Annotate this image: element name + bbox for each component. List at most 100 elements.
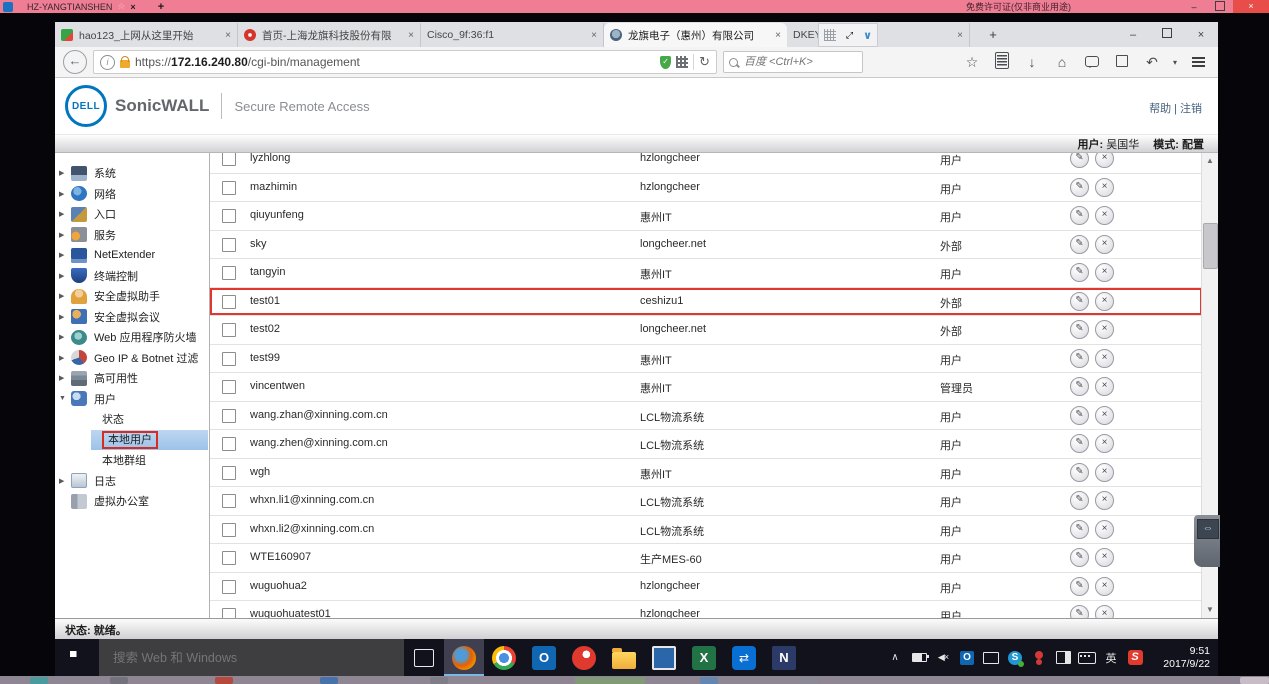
url-text[interactable]: https://172.16.240.80/cgi-bin/management: [135, 55, 655, 69]
delete-button[interactable]: ×: [1095, 263, 1114, 282]
outlook-tray-icon[interactable]: O: [956, 639, 978, 676]
delete-button[interactable]: ×: [1095, 178, 1114, 197]
row-checkbox[interactable]: [222, 466, 236, 480]
table-row[interactable]: whxn.li2@xinning.com.cn LCL物流系统 用户 ✎ ×: [210, 516, 1202, 545]
browser-tab[interactable]: hao123_上网从这里开始 ×: [55, 23, 238, 47]
undo-dropdown-caret[interactable]: ▾: [1170, 58, 1180, 67]
skype-tray-icon[interactable]: S: [1004, 639, 1026, 676]
table-row[interactable]: wuguohuatest01 hzlongcheer 用户 ✎ ×: [210, 601, 1202, 618]
browser-restore-button[interactable]: [1150, 28, 1184, 41]
sidebar-item-label[interactable]: NetExtender: [94, 249, 155, 261]
browser-search-box[interactable]: [723, 51, 863, 73]
sidebar-item-label[interactable]: Web 应用程序防火墙: [94, 329, 196, 345]
row-checkbox[interactable]: [222, 181, 236, 195]
edit-button[interactable]: ✎: [1070, 434, 1089, 453]
scrollbar-thumb[interactable]: [1203, 223, 1218, 269]
sidebar-item-status[interactable]: 状态: [55, 409, 209, 430]
edit-button[interactable]: ✎: [1070, 206, 1089, 225]
sogou-tray-icon[interactable]: S: [1124, 639, 1146, 676]
delete-button[interactable]: ×: [1095, 520, 1114, 539]
edit-button[interactable]: ✎: [1070, 263, 1089, 282]
row-checkbox[interactable]: [222, 238, 236, 252]
edit-button[interactable]: ✎: [1070, 349, 1089, 368]
table-row[interactable]: test02 longcheer.net 外部 ✎ ×: [210, 316, 1202, 345]
table-row[interactable]: WTE160907 生产MES-60 用户 ✎ ×: [210, 544, 1202, 573]
browser-close-button[interactable]: ×: [1184, 29, 1218, 41]
back-button[interactable]: ←: [63, 50, 87, 74]
delete-button[interactable]: ×: [1095, 491, 1114, 510]
taskbar-search-input[interactable]: [111, 650, 393, 666]
row-checkbox[interactable]: [222, 323, 236, 337]
page-info-icon[interactable]: i: [100, 55, 115, 70]
sidebar-item-users[interactable]: ▼ 用户: [55, 389, 209, 410]
expand-arrow-icon[interactable]: ▶: [59, 477, 69, 485]
edit-button[interactable]: ✎: [1070, 292, 1089, 311]
menu-button[interactable]: [1186, 54, 1210, 70]
ime-language-indicator[interactable]: 英: [1100, 639, 1122, 676]
keyboard-tray-icon[interactable]: [1076, 639, 1098, 676]
tab-close-icon[interactable]: ×: [225, 30, 231, 41]
close-window-button[interactable]: ×: [1233, 0, 1269, 13]
sidebar-item-label[interactable]: 终端控制: [94, 268, 138, 284]
display-tray-icon[interactable]: [980, 639, 1002, 676]
scroll-up-arrow-icon[interactable]: ▲: [1202, 153, 1218, 169]
sidebar-item-high-availability[interactable]: ▶ 高可用性: [55, 368, 209, 389]
delete-button[interactable]: ×: [1095, 577, 1114, 596]
table-row[interactable]: wuguohua2 hzlongcheer 用户 ✎ ×: [210, 573, 1202, 602]
screenshot-button[interactable]: [1110, 54, 1134, 70]
delete-button[interactable]: ×: [1095, 320, 1114, 339]
row-checkbox[interactable]: [222, 551, 236, 565]
tab-close-icon[interactable]: ×: [775, 30, 781, 41]
expand-arrow-icon[interactable]: ▶: [59, 231, 69, 239]
downloads-button[interactable]: ↓: [1020, 54, 1044, 70]
task-view-button[interactable]: [404, 639, 444, 676]
scroll-down-arrow-icon[interactable]: ▼: [1202, 602, 1218, 618]
expand-arrow-icon[interactable]: ▶: [59, 210, 69, 218]
delete-button[interactable]: ×: [1095, 377, 1114, 396]
table-row[interactable]: test99 惠州IT 用户 ✎ ×: [210, 345, 1202, 374]
row-checkbox[interactable]: [222, 580, 236, 594]
new-tab-button[interactable]: +: [980, 23, 1006, 47]
sidebar-item-geoip-botnet-filter[interactable]: ▶ Geo IP & Botnet 过滤: [55, 348, 209, 369]
start-button[interactable]: [55, 639, 99, 676]
edit-button[interactable]: ✎: [1070, 153, 1089, 168]
table-row[interactable]: whxn.li1@xinning.com.cn LCL物流系统 用户 ✎ ×: [210, 487, 1202, 516]
sidebar-item-label[interactable]: 网络: [94, 186, 116, 202]
sidebar-item-system[interactable]: ▶ 系统: [55, 163, 209, 184]
maximize-button[interactable]: [1207, 1, 1233, 13]
delete-button[interactable]: ×: [1095, 349, 1114, 368]
table-row[interactable]: qiuyunfeng 惠州IT 用户 ✎ ×: [210, 202, 1202, 231]
browser-tab[interactable]: Cisco_9f:36:f1 ×: [421, 23, 604, 47]
file-explorer-taskbar-icon[interactable]: [604, 639, 644, 676]
sidebar-item-portals[interactable]: ▶ 入口: [55, 204, 209, 225]
expand-arrow-icon[interactable]: ▶: [59, 169, 69, 177]
sidebar-item-netextender[interactable]: ▶ NetExtender: [55, 245, 209, 266]
delete-button[interactable]: ×: [1095, 406, 1114, 425]
edit-button[interactable]: ✎: [1070, 463, 1089, 482]
table-row[interactable]: wgh 惠州IT 用户 ✎ ×: [210, 459, 1202, 488]
sidebar-item-label[interactable]: 安全虚拟会议: [94, 309, 160, 325]
teamviewer-side-panel-grabber[interactable]: ⇔: [1194, 515, 1220, 567]
expand-arrow-icon[interactable]: ▶: [59, 374, 69, 382]
reload-button[interactable]: ↻: [699, 54, 710, 70]
tab-close-icon[interactable]: ×: [957, 30, 963, 41]
sidebar-item-label[interactable]: 本地用户: [102, 431, 158, 449]
row-checkbox[interactable]: [222, 352, 236, 366]
sidebar-item-label[interactable]: 系统: [94, 165, 116, 181]
favorite-star-icon[interactable]: ☆: [117, 1, 125, 12]
sidebar-item-label[interactable]: 用户: [94, 391, 116, 407]
sidebar-item-virtual-office[interactable]: 虚拟办公室: [55, 491, 209, 512]
help-link[interactable]: 帮助: [1149, 103, 1171, 115]
delete-button[interactable]: ×: [1095, 235, 1114, 254]
edit-button[interactable]: ✎: [1070, 377, 1089, 396]
row-checkbox[interactable]: [222, 380, 236, 394]
teamviewer-session-tab[interactable]: HZ-YANGTIANSHEN ☆ ×: [19, 0, 144, 13]
edit-button[interactable]: ✎: [1070, 320, 1089, 339]
sidebar-item-label[interactable]: 日志: [94, 473, 116, 489]
expand-arrow-icon[interactable]: ▶: [59, 292, 69, 300]
edit-button[interactable]: ✎: [1070, 520, 1089, 539]
edit-button[interactable]: ✎: [1070, 406, 1089, 425]
table-row[interactable]: test01 ceshizu1 外部 ✎ ×: [210, 288, 1202, 317]
sidebar-item-web-app-firewall[interactable]: ▶ Web 应用程序防火墙: [55, 327, 209, 348]
chat-button[interactable]: [1080, 54, 1104, 70]
